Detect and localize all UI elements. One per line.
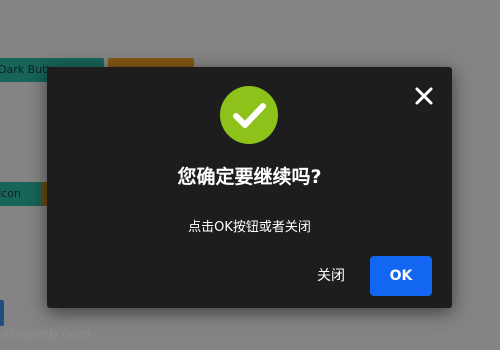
ok-button[interactable]: OK [370, 256, 432, 296]
dialog-message: 点击OK按钮或者关闭 [188, 220, 311, 235]
check-circle-icon [220, 86, 278, 144]
dismiss-button[interactable]: 关闭 [305, 256, 357, 296]
dialog-title: 您确定要继续吗? [177, 166, 322, 188]
confirm-dialog: 您确定要继续吗? 点击OK按钮或者关闭 关闭 OK [47, 67, 452, 308]
close-button[interactable] [413, 85, 435, 107]
close-icon [415, 87, 433, 105]
